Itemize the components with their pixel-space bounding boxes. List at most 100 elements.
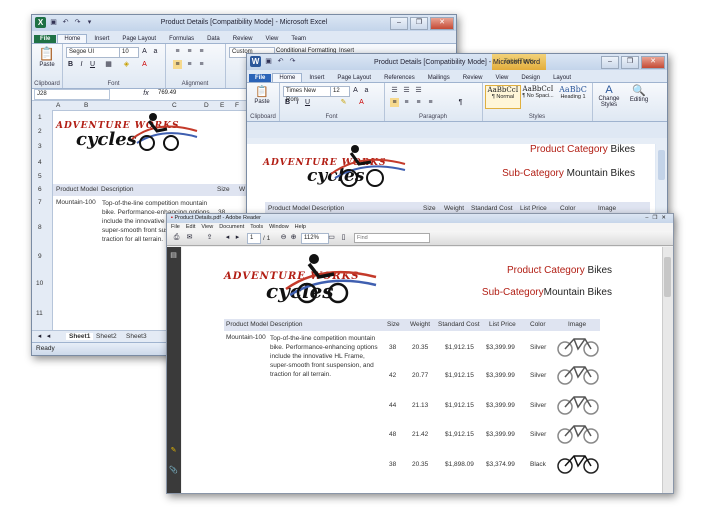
tab-review[interactable]: Review: [227, 35, 259, 43]
cell-list-price[interactable]: $3,399.99: [486, 344, 515, 351]
header-description[interactable]: Description: [101, 186, 134, 193]
header-image[interactable]: Image: [568, 321, 586, 328]
cell-weight[interactable]: 20.35: [412, 344, 428, 351]
borders-icon[interactable]: ▦: [104, 60, 113, 69]
row-header[interactable]: 9: [38, 253, 42, 260]
sheet-tab-3[interactable]: Sheet3: [126, 333, 147, 340]
menu-file[interactable]: File: [171, 223, 180, 231]
row-header[interactable]: 8: [38, 224, 42, 231]
cell-size[interactable]: 44: [389, 402, 396, 409]
paste-button[interactable]: 📋 Paste: [249, 85, 275, 105]
header-color[interactable]: Color: [530, 321, 546, 328]
prev-sheet-icon[interactable]: ◂: [44, 332, 53, 341]
first-sheet-icon[interactable]: ◂: [35, 332, 44, 341]
zoom-out-icon[interactable]: ⊖: [279, 233, 288, 242]
cell-weight[interactable]: 21.13: [412, 402, 428, 409]
row-header[interactable]: 5: [38, 173, 42, 180]
header-standard-cost[interactable]: Standard Cost: [471, 205, 513, 212]
share-icon[interactable]: ⇪: [205, 233, 214, 242]
header-list-price[interactable]: List Price: [489, 321, 516, 328]
cell-standard-cost[interactable]: $1,912.15: [445, 431, 474, 438]
menu-document[interactable]: Document: [219, 223, 244, 231]
cell-list-price[interactable]: $3,399.99: [486, 372, 515, 379]
tab-page-layout[interactable]: Page Layout: [116, 35, 162, 43]
cell-size[interactable]: 48: [389, 431, 396, 438]
fit-page-icon[interactable]: ▭: [327, 233, 336, 242]
font-name-box[interactable]: Times New Rom: [283, 86, 331, 103]
fit-width-icon[interactable]: ▯: [339, 233, 348, 242]
column-header[interactable]: F: [235, 102, 239, 109]
bike-image[interactable]: [555, 421, 601, 445]
attachments-icon[interactable]: 📎: [169, 466, 178, 475]
row-header[interactable]: 3: [38, 143, 42, 150]
row-header[interactable]: 6: [38, 186, 42, 193]
row-header[interactable]: 2: [38, 128, 42, 135]
align-top-icon[interactable]: ≡: [173, 47, 182, 56]
row-header[interactable]: 1: [38, 114, 42, 121]
tab-insert[interactable]: Insert: [303, 74, 330, 82]
column-header[interactable]: C: [172, 102, 177, 109]
zoom-in-icon[interactable]: ⊕: [289, 233, 298, 242]
menu-tools[interactable]: Tools: [250, 223, 263, 231]
column-header[interactable]: E: [220, 102, 224, 109]
close-button[interactable]: ✕: [641, 56, 665, 69]
header-weight[interactable]: Weight: [444, 205, 464, 212]
word-titlebar[interactable]: W ▣ ↶ ↷ Table Tools Product Details [Com…: [247, 54, 667, 70]
header-list-price[interactable]: List Price: [520, 205, 547, 212]
justify-icon[interactable]: ≡: [426, 98, 435, 107]
cell-color[interactable]: Silver: [530, 431, 546, 438]
bold-icon[interactable]: B: [283, 98, 292, 107]
font-size-box[interactable]: 12: [330, 86, 350, 97]
show-marks-icon[interactable]: ¶: [456, 98, 465, 107]
cell-list-price[interactable]: $3,399.99: [486, 431, 515, 438]
align-bottom-icon[interactable]: ≡: [197, 47, 206, 56]
tab-home[interactable]: Home: [57, 34, 88, 43]
next-page-icon[interactable]: ▸: [233, 233, 242, 242]
column-header[interactable]: A: [56, 102, 60, 109]
find-input[interactable]: [354, 233, 430, 243]
cell-size[interactable]: 38: [389, 461, 396, 468]
tab-team[interactable]: Team: [285, 35, 312, 43]
scrollbar-thumb[interactable]: [664, 257, 671, 297]
align-center-icon[interactable]: ≡: [185, 60, 194, 69]
tab-data[interactable]: Data: [201, 35, 226, 43]
align-right-icon[interactable]: ≡: [197, 60, 206, 69]
row-header[interactable]: 4: [38, 159, 42, 166]
cell-description[interactable]: Top-of-the-line competition mountain bik…: [270, 334, 382, 379]
paste-button[interactable]: 📋 Paste: [35, 46, 59, 68]
italic-icon[interactable]: I: [293, 98, 302, 107]
minimize-button[interactable]: –: [601, 56, 619, 69]
tab-insert[interactable]: Insert: [88, 35, 115, 43]
column-header[interactable]: B: [84, 102, 88, 109]
change-styles-button[interactable]: A Change Styles: [595, 84, 623, 108]
sheet-tab-2[interactable]: Sheet2: [96, 333, 117, 340]
header-image[interactable]: Image: [598, 205, 616, 212]
tab-mailings[interactable]: Mailings: [422, 74, 456, 82]
cell-standard-cost[interactable]: $1,912.15: [445, 402, 474, 409]
tab-home[interactable]: Home: [272, 73, 303, 82]
restore-button[interactable]: ❐: [621, 56, 639, 69]
cell-standard-cost[interactable]: $1,912.15: [445, 372, 474, 379]
column-header[interactable]: D: [204, 102, 209, 109]
font-name-box[interactable]: Segoe UI: [66, 47, 120, 58]
tab-references[interactable]: References: [378, 74, 421, 82]
align-left-icon[interactable]: ≡: [390, 98, 399, 107]
tab-view[interactable]: View: [489, 74, 514, 82]
cell-color[interactable]: Silver: [530, 344, 546, 351]
fill-color-icon[interactable]: ◈: [122, 60, 131, 69]
align-right-icon[interactable]: ≡: [414, 98, 423, 107]
window-controls-icon[interactable]: –❐✕: [645, 214, 670, 223]
cell-color[interactable]: Silver: [530, 402, 546, 409]
header-standard-cost[interactable]: Standard Cost: [438, 321, 480, 328]
highlight-icon[interactable]: ✎: [339, 98, 348, 107]
tab-file[interactable]: File: [249, 74, 272, 82]
cell-standard-cost[interactable]: $1,912.15: [445, 344, 474, 351]
tab-file[interactable]: File: [34, 35, 57, 43]
pages-panel-icon[interactable]: ▤: [169, 251, 178, 260]
fx-icon[interactable]: fx: [140, 89, 152, 98]
cell-color[interactable]: Black: [530, 461, 546, 468]
header-size[interactable]: Size: [387, 321, 400, 328]
numbering-icon[interactable]: ☰: [402, 86, 411, 95]
cell-weight[interactable]: 20.35: [412, 461, 428, 468]
font-size-box[interactable]: 10: [119, 47, 139, 58]
